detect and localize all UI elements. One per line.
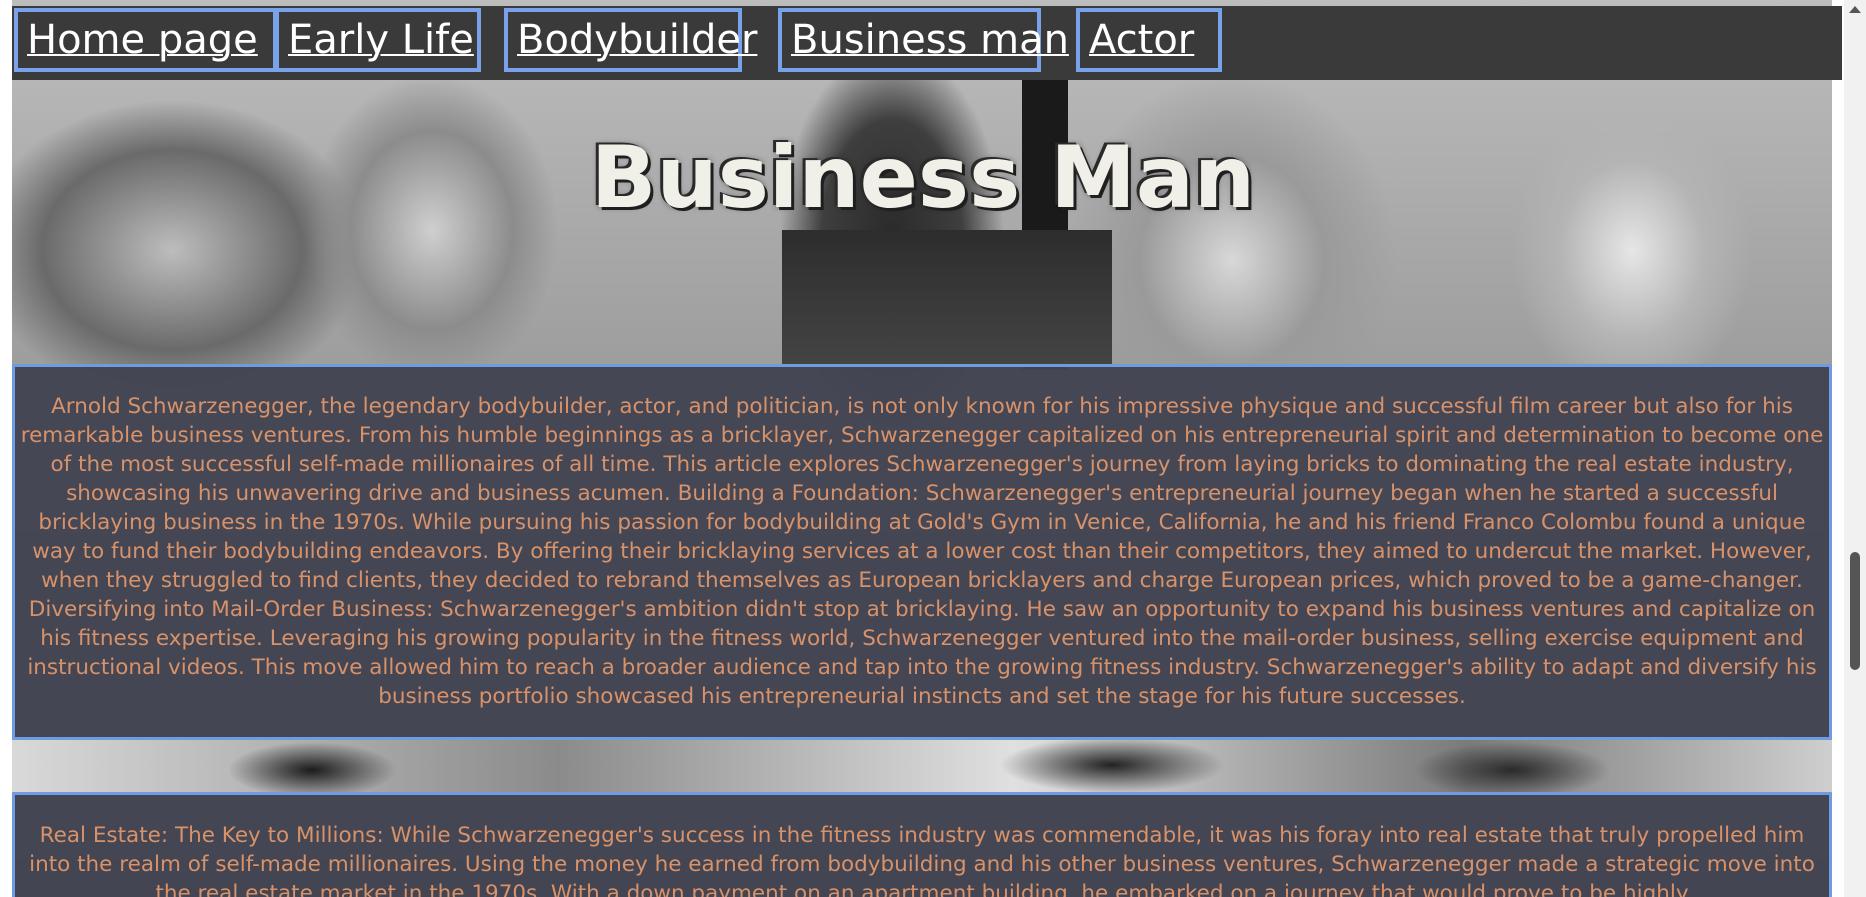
- background-stand: [782, 230, 1112, 365]
- scroll-up-arrow-icon[interactable]: [1849, 6, 1861, 13]
- article-panel-real-estate: Real Estate: The Key to Millions: While …: [12, 792, 1832, 897]
- scrollbar-thumb[interactable]: [1850, 552, 1860, 670]
- page-title: Business Man: [590, 128, 1256, 228]
- nav-business-man-link[interactable]: Business man: [778, 8, 1069, 72]
- nav-actor-link[interactable]: Actor: [1076, 8, 1222, 72]
- article-paragraph: Real Estate: The Key to Millions: While …: [29, 823, 1815, 897]
- top-nav-bar: Home page Early Life Bodybuilder Busines…: [12, 6, 1842, 80]
- nav-early-life-link[interactable]: Early Life: [275, 8, 481, 72]
- nav-bodybuilder-link[interactable]: Bodybuilder: [504, 8, 757, 72]
- article-paragraph: Arnold Schwarzenegger, the legendary bod…: [20, 394, 1824, 709]
- page-scrollbar[interactable]: [1844, 0, 1866, 897]
- nav-home-page-link[interactable]: Home page: [14, 8, 277, 72]
- page: Home page Early Life Bodybuilder Busines…: [0, 0, 1866, 897]
- background-strip: [12, 740, 1832, 795]
- article-panel-business-beginnings: Arnold Schwarzenegger, the legendary bod…: [12, 364, 1832, 740]
